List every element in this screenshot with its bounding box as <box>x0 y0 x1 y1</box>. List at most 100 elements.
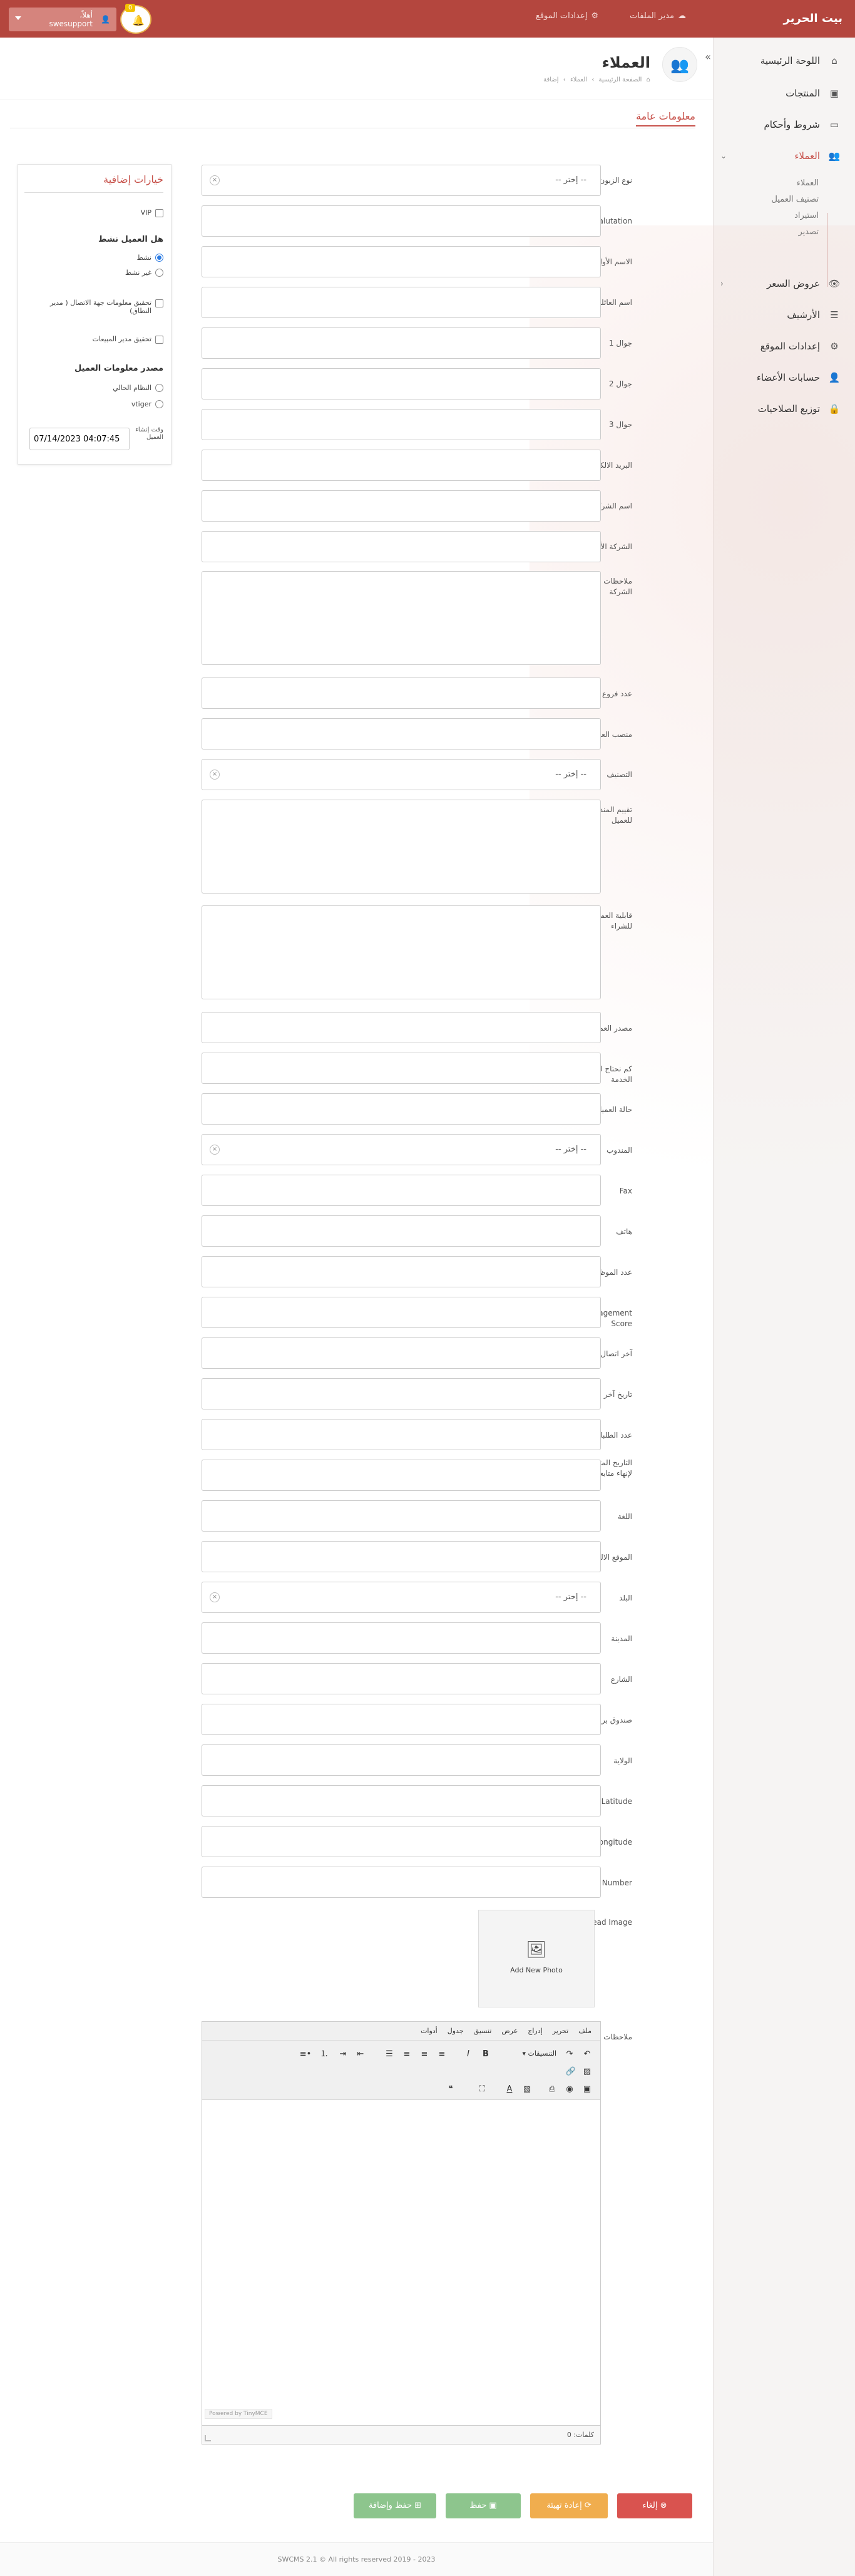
family-name-input[interactable] <box>202 287 601 318</box>
sidebar-sub-classification[interactable]: تصنيف العميل <box>713 192 855 208</box>
branch-notes-textarea[interactable] <box>202 571 601 665</box>
language-input[interactable] <box>202 1500 601 1532</box>
employees-input[interactable] <box>202 1256 601 1287</box>
image-icon[interactable]: ▨ <box>579 2064 595 2079</box>
sidebar-item-customers[interactable]: 👥 العملاء ⌄ <box>713 142 855 170</box>
website-input[interactable] <box>202 1541 601 1572</box>
city-input[interactable] <box>202 1622 601 1654</box>
company-name-input[interactable] <box>202 490 601 522</box>
clear-icon[interactable]: × <box>210 175 220 185</box>
radio-circle[interactable] <box>155 254 163 262</box>
radio-circle[interactable] <box>155 269 163 277</box>
cancel-button[interactable]: ⊗ إلغاء <box>617 2493 692 2518</box>
category-select[interactable]: -- إختر -- × <box>202 759 601 790</box>
longitude-input[interactable] <box>202 1826 601 1857</box>
sidebar-item-site-settings[interactable]: ⚙ إعدادات الموقع <box>713 332 855 361</box>
menu-edit[interactable]: تحرير <box>553 2027 568 2035</box>
purchase-ability-textarea[interactable] <box>202 905 601 999</box>
outdent-icon[interactable]: ⇤ <box>352 2047 369 2062</box>
print-icon[interactable]: ⎙ <box>544 2082 560 2097</box>
latitude-input[interactable] <box>202 1785 601 1816</box>
site-settings-link[interactable]: ⚙ إعدادات الموقع <box>536 11 598 21</box>
resize-handle-icon[interactable] <box>205 2435 211 2441</box>
file-manager-link[interactable]: ☁ مدير الملفات <box>630 11 686 21</box>
checkbox-box[interactable] <box>155 336 163 344</box>
street-input[interactable] <box>202 1663 601 1694</box>
customer-source-input[interactable] <box>202 1012 601 1043</box>
italic-icon[interactable]: I <box>460 2047 476 2062</box>
menu-tools[interactable]: أدوات <box>421 2027 438 2035</box>
verify-sales-checkbox[interactable]: تحقيق مدير المبيعات <box>93 335 163 344</box>
branch-type-select[interactable]: -- إختر -- × <box>202 165 601 196</box>
last-contact-with-input[interactable] <box>202 1337 601 1369</box>
parent-company-input[interactable] <box>202 531 601 562</box>
align-justify-icon[interactable]: ☰ <box>381 2047 397 2062</box>
user-menu[interactable]: أهلاً، swesupport 👤 <box>9 8 116 31</box>
checkbox-box[interactable] <box>155 299 163 307</box>
sidebar-sub-customers[interactable]: العملاء <box>713 175 855 192</box>
fullscreen-icon[interactable]: ⛶ <box>474 2082 490 2097</box>
bg-color-icon[interactable]: ▧ <box>519 2082 535 2097</box>
lead-number-input[interactable] <box>202 1867 601 1898</box>
inactive-radio[interactable]: غير نشط <box>125 269 163 277</box>
scheduled-service-input[interactable] <box>202 1053 601 1084</box>
source-vtiger-radio[interactable]: vtiger <box>131 400 163 408</box>
formats-dropdown[interactable]: التنسيقات ▾ <box>523 2049 556 2058</box>
reset-button[interactable]: ⟳ إعادة تهيئة <box>530 2493 608 2518</box>
engagement-input[interactable] <box>202 1297 601 1328</box>
breadcrumb-home[interactable]: الصفحة الرئيسية <box>598 76 642 83</box>
email-input[interactable] <box>202 450 601 481</box>
align-right-icon[interactable]: ≡ <box>399 2047 415 2062</box>
last-contact-date-input[interactable] <box>202 1378 601 1409</box>
checkbox-box[interactable] <box>155 209 163 217</box>
country-select[interactable]: -- إختر -- × <box>202 1582 601 1613</box>
sidebar-item-archive[interactable]: ☰ الأرشيف <box>713 301 855 329</box>
phone-input[interactable] <box>202 1215 601 1247</box>
align-left-icon[interactable]: ≡ <box>434 2047 450 2062</box>
brand-title[interactable]: بيت الحرير <box>713 0 855 38</box>
fax-input[interactable] <box>202 1175 601 1206</box>
sidebar-item-permissions[interactable]: 🔒 توزيع الصلاحيات <box>713 394 855 423</box>
media-icon[interactable]: ▣ <box>579 2082 595 2097</box>
text-color-icon[interactable]: A <box>501 2082 518 2097</box>
preview-icon[interactable]: ◉ <box>561 2082 578 2097</box>
active-radio[interactable]: نشط <box>137 254 163 262</box>
save-button[interactable]: ▣ حفظ <box>446 2493 521 2518</box>
expected-end-input[interactable] <box>202 1460 601 1491</box>
representative-select[interactable]: -- إختر -- × <box>202 1134 601 1165</box>
mobile3-input[interactable] <box>202 409 601 440</box>
sidebar-item-quotes[interactable]: 👁 عروض السعر ‹ <box>713 269 855 298</box>
indent-icon[interactable]: ⇥ <box>335 2047 351 2062</box>
vip-checkbox[interactable]: VIP <box>141 209 163 217</box>
bullet-list-icon[interactable]: •≡ <box>297 2047 314 2062</box>
mobile1-input[interactable] <box>202 327 601 359</box>
sidebar-item-dashboard[interactable]: ⌂ اللوحة الرئيسية <box>713 46 855 75</box>
numbered-list-icon[interactable]: ⒈ <box>316 2047 332 2062</box>
radio-circle[interactable] <box>155 384 163 392</box>
created-datetime-input[interactable] <box>29 428 130 450</box>
sidebar-item-products[interactable]: ▣ المنتجات <box>713 79 855 108</box>
postal-input[interactable] <box>202 1704 601 1735</box>
lead-image-upload[interactable]: 🖼 Add New Photo <box>478 1910 595 2007</box>
clear-icon[interactable]: × <box>210 770 220 780</box>
clear-icon[interactable]: × <box>210 1145 220 1155</box>
link-icon[interactable]: 🔗 <box>563 2064 579 2079</box>
customer-status-input[interactable] <box>202 1093 601 1125</box>
menu-format[interactable]: تنسيق <box>474 2027 492 2035</box>
rep-evaluation-textarea[interactable] <box>202 800 601 894</box>
align-center-icon[interactable]: ≡ <box>416 2047 433 2062</box>
bold-icon[interactable]: B <box>478 2047 494 2062</box>
first-name-input[interactable] <box>202 246 601 277</box>
sidebar-sub-export[interactable]: تصدير <box>713 224 855 240</box>
verify-contact-checkbox[interactable]: تحقيق معلومات جهة الاتصال ( مدير النطاق) <box>32 299 163 315</box>
sidebar-sub-import[interactable]: استيراد <box>713 208 855 224</box>
state-input[interactable] <box>202 1744 601 1776</box>
editor-content-area[interactable] <box>202 2101 600 2419</box>
salutation-input[interactable] <box>202 205 601 237</box>
menu-insert[interactable]: إدراج <box>528 2027 542 2035</box>
tab-general-info[interactable]: معلومات عامة <box>635 110 695 126</box>
sidebar-collapse-button[interactable]: » <box>698 47 718 67</box>
menu-file[interactable]: ملف <box>578 2027 591 2035</box>
radio-circle[interactable] <box>155 400 163 408</box>
branch-count-input[interactable] <box>202 677 601 709</box>
